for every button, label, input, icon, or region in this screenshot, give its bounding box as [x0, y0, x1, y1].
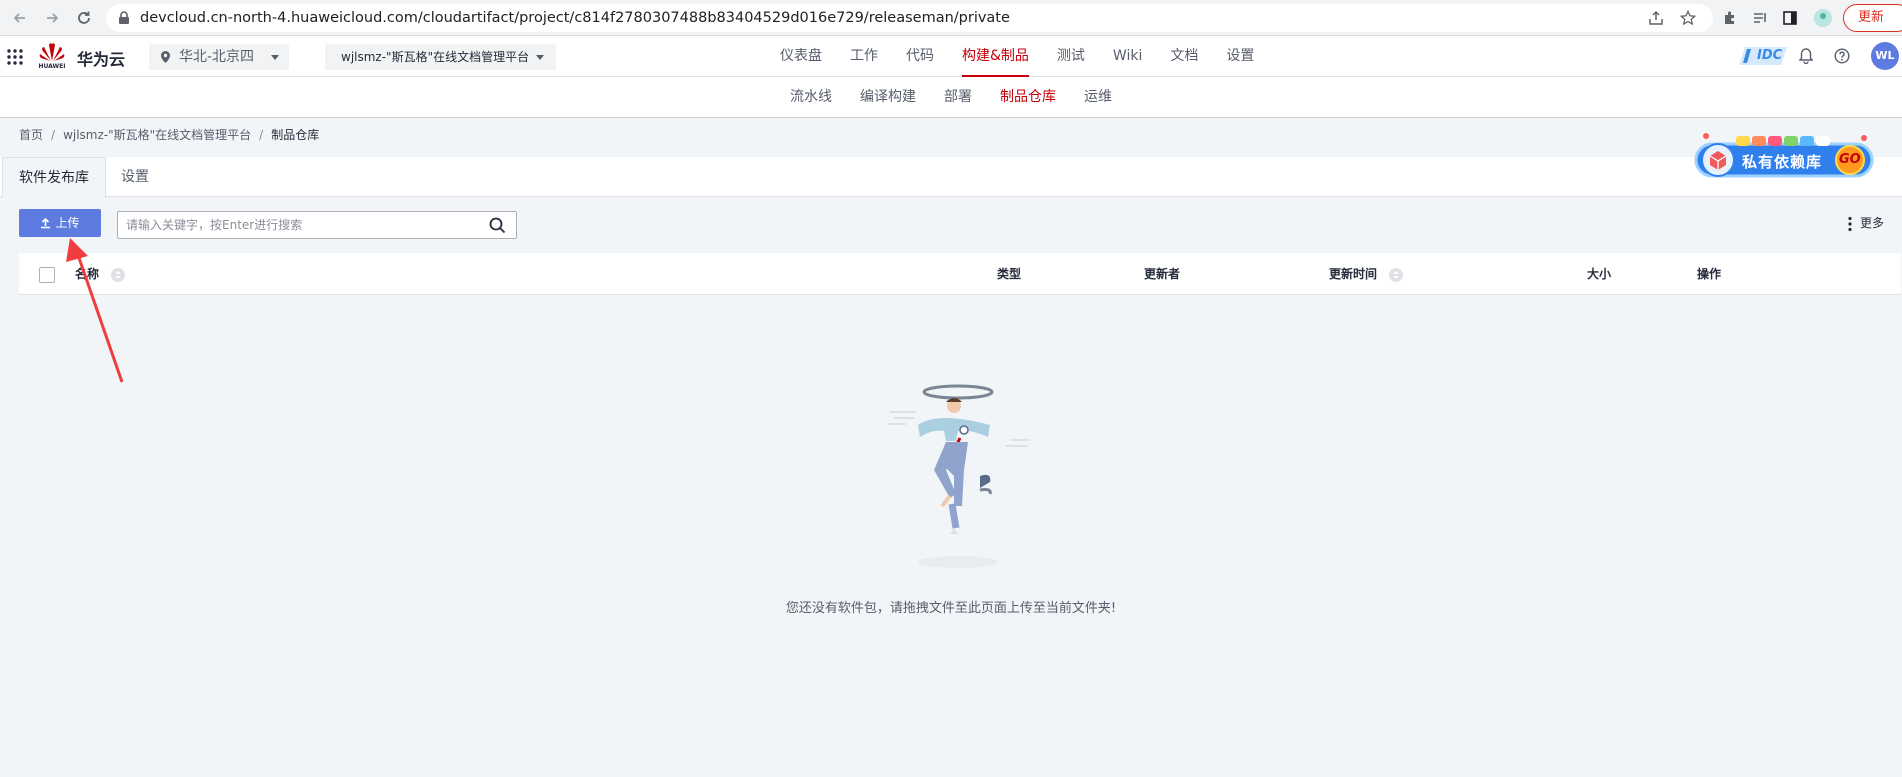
- region-label: 华北-北京四: [179, 49, 255, 65]
- location-pin-icon: [161, 51, 170, 63]
- top-nav: 仪表盘 工作 代码 构建&制品 测试 Wiki 文档 设置: [780, 36, 1282, 77]
- repo-tabs: 软件发布库 设置: [0, 157, 1902, 198]
- idc-badge[interactable]: IDC: [1737, 45, 1789, 67]
- empty-state-message: 您还没有软件包，请拖拽文件至此页面上传至当前文件夹!: [785, 601, 1117, 616]
- more-vertical-icon: [1848, 216, 1852, 232]
- upload-button[interactable]: 上传: [19, 209, 101, 237]
- nav-build-artifact[interactable]: 构建&制品: [962, 36, 1029, 77]
- col-actions-header: 操作: [1697, 267, 1722, 281]
- subnav-deploy[interactable]: 部署: [944, 77, 972, 117]
- table-header: 名称 类型 更新者 更新时间 大小 操作: [19, 253, 1901, 295]
- reload-icon[interactable]: [74, 8, 94, 28]
- subnav-pipeline[interactable]: 流水线: [790, 77, 832, 117]
- nav-docs[interactable]: 文档: [1170, 36, 1198, 77]
- huawei-logo-icon: [39, 43, 65, 61]
- breadcrumb-project[interactable]: wjlsmz-"斯瓦格"在线文档管理平台: [63, 128, 251, 142]
- nav-dashboard[interactable]: 仪表盘: [780, 36, 822, 77]
- browser-toolbar: devcloud.cn-north-4.huaweicloud.com/clou…: [0, 0, 1902, 36]
- tab-release-repo[interactable]: 软件发布库: [2, 157, 106, 198]
- reading-list-icon[interactable]: [1750, 8, 1770, 28]
- col-update-time-label: 更新时间: [1329, 267, 1378, 281]
- breadcrumb: 首页 / wjlsmz-"斯瓦格"在线文档管理平台 / 制品仓库: [19, 126, 319, 143]
- col-update-time-header[interactable]: 更新时间: [1329, 253, 1404, 295]
- chevron-down-icon: [536, 55, 544, 60]
- bookmark-star-icon[interactable]: [1678, 8, 1698, 28]
- address-bar[interactable]: devcloud.cn-north-4.huaweicloud.com/clou…: [106, 4, 1713, 32]
- nav-work[interactable]: 工作: [850, 36, 878, 77]
- more-label: 更多: [1860, 216, 1885, 230]
- subnav-ops[interactable]: 运维: [1084, 77, 1112, 117]
- side-panel-icon[interactable]: [1780, 8, 1800, 28]
- juggling-person-icon: [888, 384, 1030, 568]
- col-type-header: 类型: [997, 267, 1022, 281]
- nav-test[interactable]: 测试: [1057, 36, 1085, 77]
- private-deps-promo-banner[interactable]: 私有依赖库 GO: [1690, 130, 1880, 184]
- project-select[interactable]: wjlsmz-"斯瓦格"在线文档管理平台: [325, 44, 556, 70]
- top-header: HUAWEI 华为云 华北-北京四 wjlsmz-"斯瓦格"在线文档管理平台 仪…: [0, 36, 1902, 77]
- sort-icon[interactable]: [111, 267, 126, 282]
- breadcrumb-separator: /: [51, 128, 56, 142]
- brand-name[interactable]: 华为云: [77, 46, 125, 70]
- profile-icon[interactable]: [1813, 8, 1833, 28]
- extensions-icon[interactable]: [1720, 8, 1740, 28]
- nav-code[interactable]: 代码: [906, 36, 934, 77]
- subnav-build[interactable]: 编译构建: [860, 77, 916, 117]
- breadcrumb-current: 制品仓库: [271, 128, 320, 142]
- huawei-logo-text: HUAWEI: [38, 63, 66, 70]
- promo-text: 私有依赖库: [1742, 153, 1823, 171]
- sub-nav: 流水线 编译构建 部署 制品仓库 运维: [0, 77, 1902, 118]
- sort-icon[interactable]: [1389, 267, 1404, 282]
- select-all-checkbox[interactable]: [39, 267, 55, 283]
- lock-icon: [118, 11, 130, 25]
- search-input[interactable]: [126, 215, 476, 235]
- col-name-header[interactable]: 名称: [75, 253, 126, 295]
- col-size-header: 大小: [1587, 267, 1612, 281]
- breadcrumb-home[interactable]: 首页: [19, 128, 43, 142]
- search-icon[interactable]: [489, 217, 506, 234]
- share-icon[interactable]: [1646, 8, 1666, 28]
- url-text: devcloud.cn-north-4.huaweicloud.com/clou…: [140, 10, 1010, 26]
- forward-icon[interactable]: [42, 8, 62, 28]
- browser-update-button[interactable]: 更新: [1843, 4, 1902, 32]
- empty-state-illustration: [880, 380, 1030, 570]
- promo-go: GO: [1839, 152, 1861, 167]
- col-updater-header: 更新者: [1144, 267, 1181, 281]
- bell-icon[interactable]: [1798, 48, 1814, 64]
- chevron-down-icon: [271, 55, 279, 60]
- subnav-artifact-repo[interactable]: 制品仓库: [1000, 77, 1056, 117]
- nav-wiki[interactable]: Wiki: [1113, 36, 1142, 77]
- more-button[interactable]: 更多: [1848, 214, 1884, 232]
- apps-grid-icon[interactable]: [6, 48, 24, 66]
- upload-label: 上传: [55, 216, 80, 230]
- huawei-logo[interactable]: HUAWEI: [38, 41, 66, 71]
- upload-icon: [40, 218, 51, 229]
- search-box[interactable]: [117, 211, 517, 239]
- tab-settings[interactable]: 设置: [105, 157, 165, 197]
- idc-label: IDC: [1757, 48, 1783, 63]
- help-icon[interactable]: [1834, 48, 1850, 64]
- nav-settings[interactable]: 设置: [1226, 36, 1254, 77]
- col-name-label: 名称: [75, 267, 100, 281]
- breadcrumb-separator: /: [259, 128, 264, 142]
- region-select[interactable]: 华北-北京四: [149, 44, 289, 70]
- back-icon[interactable]: [10, 8, 30, 28]
- avatar[interactable]: WL: [1871, 42, 1899, 70]
- project-label: wjlsmz-"斯瓦格"在线文档管理平台: [341, 50, 530, 64]
